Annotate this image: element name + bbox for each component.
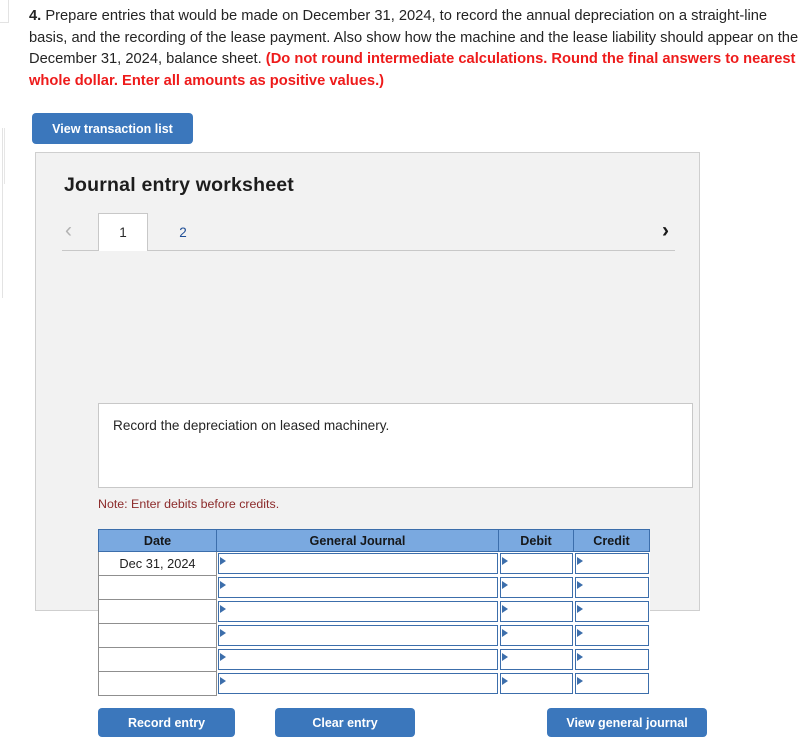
debit-input[interactable] [499,553,573,575]
table-row [98,599,650,624]
chevron-right-icon[interactable]: › [662,220,669,241]
cell-date[interactable] [98,599,217,624]
credit-input[interactable] [574,553,649,575]
column-header-debit: Debit [498,529,574,552]
column-header-date: Date [98,529,217,552]
record-entry-button[interactable]: Record entry [98,708,235,737]
view-general-journal-button[interactable]: View general journal [547,708,707,737]
cell-debit [499,600,574,624]
cell-date[interactable] [98,647,217,672]
worksheet-title: Journal entry worksheet [64,174,295,196]
credit-input[interactable] [574,673,649,694]
cell-general-journal [217,600,499,624]
table-header-row: Date General Journal Debit Credit [98,529,650,552]
cell-date[interactable] [98,671,217,696]
cell-debit [499,576,574,600]
cell-credit [574,576,650,600]
cell-debit [499,648,574,672]
debit-input[interactable] [499,625,573,646]
page-edge-stub-top [0,0,9,23]
general-journal-input[interactable] [218,577,498,598]
debit-input[interactable] [499,649,573,670]
cell-credit [574,672,650,696]
credit-input[interactable] [574,625,649,646]
cell-date[interactable]: Dec 31, 2024 [98,551,217,576]
general-journal-input[interactable] [218,601,498,622]
debit-input[interactable] [499,673,573,694]
cell-debit [499,672,574,696]
tab-entry-1[interactable]: 1 [98,213,148,251]
journal-entry-table: Date General Journal Debit Credit Dec 31… [98,529,650,696]
credit-input[interactable] [574,577,649,598]
column-header-credit: Credit [573,529,650,552]
general-journal-input[interactable] [218,649,498,670]
general-journal-input[interactable] [218,673,498,694]
cell-general-journal [217,672,499,696]
debit-input[interactable] [499,601,573,622]
question-prompt: 4. Prepare entries that would be made on… [29,6,801,92]
cell-date[interactable] [98,575,217,600]
column-header-general-journal: General Journal [216,529,499,552]
cell-general-journal [217,648,499,672]
question-number: 4. [29,8,42,24]
debits-before-credits-note: Note: Enter debits before credits. [98,497,280,511]
cell-general-journal [217,552,499,576]
credit-input[interactable] [574,649,649,670]
page-edge-rail [2,128,3,298]
journal-entry-worksheet-panel: Journal entry worksheet ‹ 1 2 › Record t… [35,152,707,737]
cell-credit [574,552,650,576]
general-journal-input[interactable] [218,625,498,646]
tab-strip-baseline [62,250,675,251]
debit-input[interactable] [499,577,573,598]
tab-entry-2[interactable]: 2 [158,213,208,251]
cell-credit [574,648,650,672]
entry-description-box: Record the depreciation on leased machin… [98,403,693,488]
chevron-left-icon[interactable]: ‹ [65,220,72,241]
table-row: Dec 31, 2024 [98,551,650,576]
table-row [98,671,650,696]
table-row [98,575,650,600]
clear-entry-button[interactable]: Clear entry [275,708,415,737]
table-row [98,647,650,672]
worksheet-tab-strip: ‹ 1 2 › [62,211,675,251]
entry-description-text: Record the depreciation on leased machin… [113,418,390,433]
credit-input[interactable] [574,601,649,622]
cell-debit [499,552,574,576]
cell-general-journal [217,576,499,600]
view-transaction-list-button[interactable]: View transaction list [32,113,193,144]
general-journal-input[interactable] [218,553,498,575]
cell-credit [574,600,650,624]
